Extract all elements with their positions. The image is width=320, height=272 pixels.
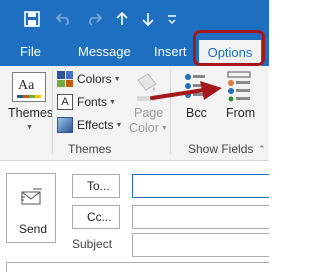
send-label: Send xyxy=(19,222,48,236)
message-body[interactable] xyxy=(6,262,269,272)
save-icon[interactable] xyxy=(20,0,44,38)
group-label-show-fields: Show Fields xyxy=(188,142,254,156)
options-highlight-box xyxy=(193,30,265,66)
group-label-themes: Themes xyxy=(68,142,112,156)
effects-icon xyxy=(57,117,73,133)
to-button[interactable]: To... xyxy=(72,174,120,198)
colors-dropdown-icon: ▼ xyxy=(113,75,121,83)
customize-dropdown-icon[interactable] xyxy=(164,0,180,38)
to-field[interactable] xyxy=(132,174,269,198)
fonts-dropdown-icon: ▼ xyxy=(109,98,116,106)
fonts-icon: A xyxy=(57,94,73,110)
colors-icon xyxy=(57,71,73,87)
annotation-arrow-icon xyxy=(150,81,222,100)
fonts-label: Fonts xyxy=(77,95,108,109)
effects-button[interactable]: Effects ▼ xyxy=(57,115,122,135)
page-color-label-line2: Color xyxy=(129,121,159,135)
tab-message[interactable]: Message xyxy=(78,38,131,66)
page-color-dropdown-icon: ▼ xyxy=(160,124,168,132)
themes-icon[interactable]: Aa xyxy=(12,72,46,102)
page-color-line2[interactable]: Color ▼ xyxy=(129,121,168,135)
up-arrow-icon[interactable] xyxy=(114,0,130,38)
cc-field[interactable] xyxy=(132,205,269,229)
divider xyxy=(52,70,53,154)
down-arrow-icon[interactable] xyxy=(140,0,156,38)
page-color-label-line1[interactable]: Page xyxy=(134,106,163,120)
tab-insert[interactable]: Insert xyxy=(154,38,187,66)
subject-label: Subject xyxy=(72,237,113,251)
cc-button[interactable]: Cc... xyxy=(72,205,120,229)
subject-field[interactable] xyxy=(132,233,269,257)
collapse-ribbon-icon[interactable]: ⌃ xyxy=(258,144,266,155)
from-button-label[interactable]: From xyxy=(226,106,255,120)
themes-aa-text: Aa xyxy=(18,78,35,93)
colors-button[interactable]: Colors ▼ xyxy=(57,69,121,89)
undo-icon[interactable] xyxy=(54,0,74,38)
themes-button-label[interactable]: Themes xyxy=(8,106,53,120)
fonts-button[interactable]: A Fonts ▼ xyxy=(57,92,116,112)
themes-color-strip xyxy=(17,95,41,98)
send-button[interactable]: Send xyxy=(6,173,56,243)
colors-label: Colors xyxy=(77,72,112,86)
redo-icon[interactable] xyxy=(84,0,104,38)
from-icon[interactable] xyxy=(224,70,254,102)
bcc-button-label[interactable]: Bcc xyxy=(186,106,207,120)
envelope-icon xyxy=(21,188,42,205)
effects-label: Effects xyxy=(77,118,114,132)
effects-dropdown-icon: ▼ xyxy=(115,121,123,129)
tab-file[interactable]: File xyxy=(20,38,41,66)
themes-dropdown-icon[interactable]: ▼ xyxy=(26,124,33,131)
